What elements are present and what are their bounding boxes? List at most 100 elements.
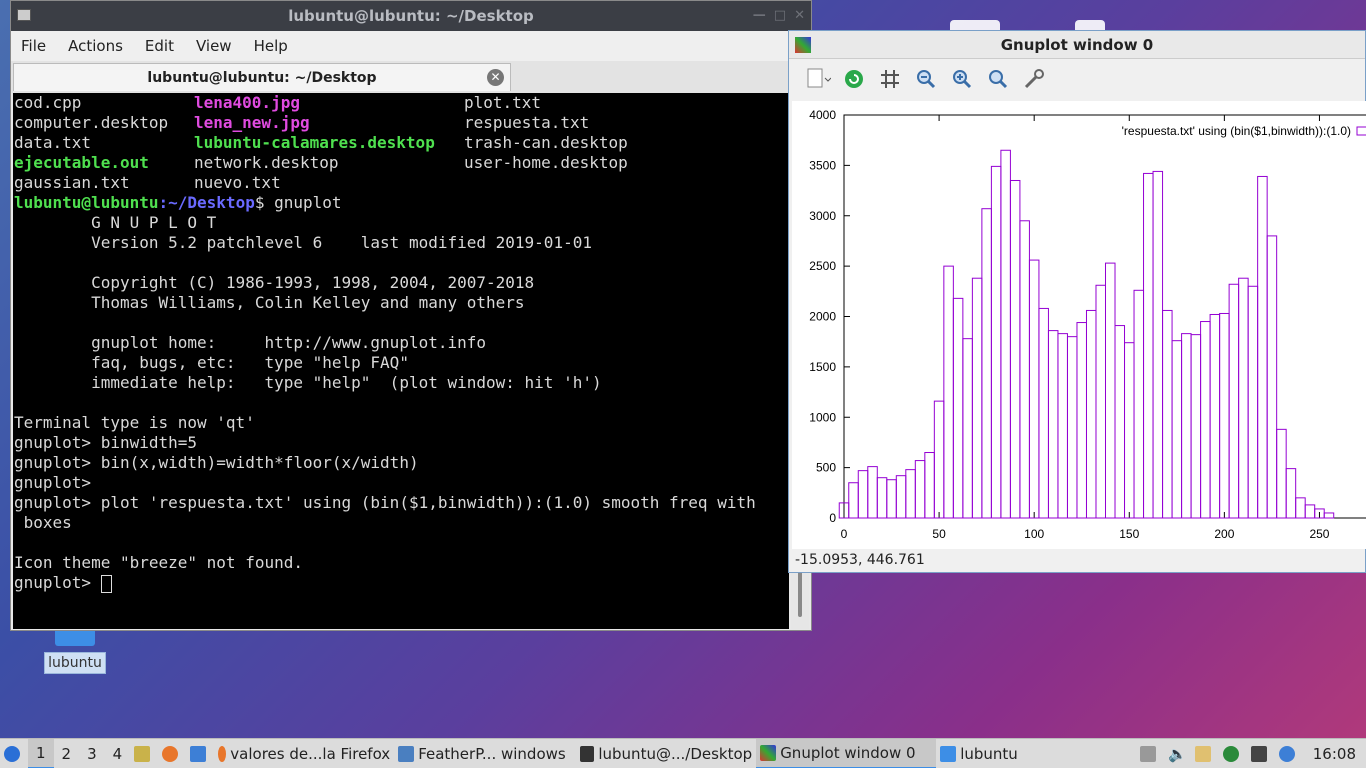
task-firefox[interactable]: valores de...la Firefox: [214, 739, 394, 768]
workspace-4[interactable]: 4: [105, 739, 131, 768]
histogram-bar: [1085, 309, 1097, 519]
terminal-app-icon: [17, 9, 31, 21]
histogram-bar: [1323, 512, 1335, 519]
task-gnuplot[interactable]: Gnuplot window 0: [756, 738, 937, 768]
histogram-bar: [886, 479, 897, 519]
featherpad-icon: [398, 745, 415, 762]
terminal-output-line: gnuplot home: http://www.gnuplot.info: [14, 333, 487, 352]
quicklaunch-firefox[interactable]: [158, 739, 186, 768]
x-tick-label: 0: [841, 527, 848, 541]
x-tick-label: 100: [1024, 527, 1044, 541]
replot-icon[interactable]: [841, 66, 867, 92]
tray-notification-icon[interactable]: [1275, 739, 1303, 768]
menu-file[interactable]: File: [21, 37, 46, 55]
clock[interactable]: 16:08: [1303, 739, 1366, 768]
tab-close-icon[interactable]: ✕: [487, 69, 504, 86]
tray-updates-icon[interactable]: [1136, 739, 1164, 768]
task-terminal[interactable]: lubuntu@.../Desktop: [576, 739, 756, 768]
zoom-in-icon[interactable]: [949, 66, 975, 92]
y-tick-label: 3500: [809, 158, 836, 172]
terminal-tab[interactable]: lubuntu@lubuntu: ~/Desktop ✕: [13, 63, 511, 91]
terminal-output-line: gnuplot>: [14, 473, 101, 492]
task-file-manager[interactable]: lubuntu: [936, 739, 1056, 768]
workspace-1[interactable]: 1: [28, 738, 54, 768]
histogram-bar: [1114, 325, 1126, 519]
tray-display-icon[interactable]: [1247, 739, 1275, 768]
gnuplot-status-coordinates: -15.0953, 446.761: [795, 552, 925, 568]
show-desktop-icon: [190, 745, 207, 762]
shell-prompt-line: lubuntu@lubuntu:~/Desktop$ gnuplot: [14, 193, 342, 212]
terminal-titlebar[interactable]: lubuntu@lubuntu: ~/Desktop — □ ✕: [11, 1, 811, 31]
menu-actions[interactable]: Actions: [68, 37, 123, 55]
workspace-2[interactable]: 2: [54, 739, 80, 768]
task-label: Gnuplot window 0: [780, 743, 916, 762]
menu-edit[interactable]: Edit: [145, 37, 174, 55]
histogram-bar: [1295, 497, 1306, 519]
y-tick-label: 1000: [809, 410, 836, 424]
maximize-icon[interactable]: □: [774, 1, 786, 31]
menu-help[interactable]: Help: [254, 37, 288, 55]
listing-row: computer.desktop lena_new.jpg respuesta.tx…: [14, 113, 590, 132]
gnuplot-icon: [760, 744, 777, 761]
tray-volume-icon[interactable]: 🔈: [1164, 739, 1191, 768]
firefox-icon: [162, 745, 179, 762]
quicklaunch-files[interactable]: [130, 739, 158, 768]
histogram-bar: [1028, 259, 1040, 519]
gnuplot-window[interactable]: Gnuplot window 0 0 500 1000 1500 2000 2500 300…: [788, 30, 1366, 573]
histogram-bar: [1133, 289, 1145, 519]
plot-area[interactable]: 0 500 1000 1500 2000 2500 3000 3500 4000 0 50 100 15…: [792, 101, 1366, 549]
workspace-3[interactable]: 3: [79, 739, 105, 768]
y-tick-label: 2500: [809, 259, 836, 273]
histogram-chart: 0 500 1000 1500 2000 2500 3000 3500 4000 0 50 100 15…: [809, 108, 1366, 541]
export-icon[interactable]: [805, 66, 831, 92]
histogram-bar: [1019, 220, 1030, 519]
listing-row: ejecutable.out network.desktop user-home.d…: [14, 153, 628, 172]
x-tick-label: 150: [1119, 527, 1139, 541]
histogram-bar: [1247, 285, 1259, 519]
quicklaunch-desktop[interactable]: [186, 739, 214, 768]
zoom-fit-icon[interactable]: [985, 66, 1011, 92]
histogram-bar: [981, 208, 992, 519]
close-icon[interactable]: ✕: [794, 1, 805, 31]
histogram-bar: [1285, 468, 1297, 519]
terminal-output-line: Copyright (C) 1986-1993, 1998, 2004, 200…: [14, 273, 535, 292]
firefox-icon: [218, 745, 227, 762]
histogram-bar: [1095, 284, 1106, 519]
histogram-bar: [857, 470, 869, 519]
histogram-bar: [1152, 170, 1164, 519]
terminal-output-line: G N U P L O T: [14, 213, 217, 232]
histogram-bar: [876, 477, 888, 519]
terminal-window[interactable]: lubuntu@lubuntu: ~/Desktop — □ ✕ File Ac…: [10, 0, 812, 631]
lubuntu-logo-icon: [4, 745, 20, 762]
desktop-icon-label: lubuntu: [44, 652, 106, 674]
task-featherpad[interactable]: FeatherP... windows: [394, 739, 576, 768]
gnuplot-titlebar[interactable]: Gnuplot window 0: [789, 31, 1365, 59]
histogram-bar: [1266, 235, 1278, 519]
zoom-out-icon[interactable]: [913, 66, 939, 92]
histogram-bar: [1124, 342, 1135, 519]
histogram-bar: [905, 469, 916, 519]
histogram-bar: [1304, 504, 1316, 519]
histogram-bar: [1219, 312, 1230, 519]
file-manager-icon: [134, 745, 151, 762]
histogram-bar: [933, 400, 945, 519]
terminal-tab-title: lubuntu@lubuntu: ~/Desktop: [147, 70, 377, 86]
histogram-bar: [943, 265, 954, 519]
tray-clipboard-icon[interactable]: [1191, 739, 1219, 768]
menu-view[interactable]: View: [196, 37, 232, 55]
minimize-icon[interactable]: —: [753, 1, 766, 31]
listing-row: data.txt lubuntu-calamares.desktop trash-c…: [14, 133, 628, 152]
legend-label: 'respuesta.txt' using (bin($1,binwidth))…: [1122, 124, 1351, 138]
start-menu-button[interactable]: [0, 739, 28, 768]
grid-icon[interactable]: [877, 66, 903, 92]
histogram-bar: [1057, 333, 1068, 519]
terminal-output-line: boxes: [14, 513, 72, 532]
histogram-bar: [1228, 283, 1240, 519]
terminal-title: lubuntu@lubuntu: ~/Desktop: [288, 7, 534, 25]
settings-icon[interactable]: [1021, 66, 1047, 92]
histogram-bar: [895, 475, 907, 519]
gnuplot-app-icon: [795, 37, 811, 53]
terminal-screen[interactable]: cod.cpp lena400.jpg plot.txt computer.desk…: [13, 93, 789, 629]
tray-network-icon[interactable]: [1219, 739, 1247, 768]
task-label: lubuntu@.../Desktop: [598, 744, 753, 763]
